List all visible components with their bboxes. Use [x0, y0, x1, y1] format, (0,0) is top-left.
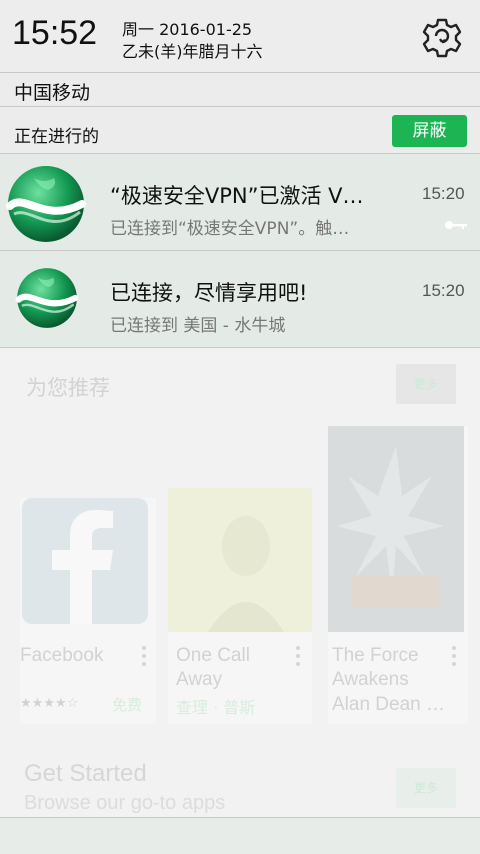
notification-time: 15:20: [422, 281, 465, 300]
album-title: One Call Away: [176, 645, 250, 690]
notification-title: “极速安全VPN”已激活 V…: [110, 184, 364, 208]
vpn-globe-icon: [15, 268, 79, 328]
ongoing-header: 正在进行的: [14, 127, 99, 147]
carrier-label: 中国移动: [14, 82, 91, 104]
divider: [0, 106, 480, 107]
overflow-menu-icon[interactable]: [452, 646, 456, 670]
vpn-globe-icon: [6, 166, 86, 242]
artist-name: 查理 · 普斯: [176, 698, 256, 717]
lunar-date-line: 乙未(羊)年腊月十六: [122, 42, 263, 61]
store-background: 为您推荐 更多 Facebook ★★★★☆ 免费 One Call Away …: [0, 348, 480, 818]
book-cover-image: [328, 426, 464, 632]
book-card[interactable]: The Force Awakens Alan Dean …: [328, 426, 468, 724]
author-name: Alan Dean …: [332, 694, 446, 715]
hide-button[interactable]: 屏蔽: [392, 115, 467, 147]
get-started-more-button[interactable]: 更多: [396, 768, 456, 808]
vpn-connected-notification[interactable]: 已连接，尽情享用吧! 15:20 已连接到 美国 - 水牛城: [0, 251, 480, 347]
status-header: 15:52 周一 2016-01-25 乙未(羊)年腊月十六: [0, 0, 480, 72]
settings-gear-icon[interactable]: [420, 14, 464, 58]
overflow-menu-icon[interactable]: [296, 646, 300, 670]
facebook-logo-icon: [22, 498, 148, 624]
notification-title: 已连接，尽情享用吧!: [110, 281, 308, 305]
book-title: The Force Awakens: [332, 645, 419, 690]
notification-subtitle: 已连接到“极速安全VPN”。触…: [110, 219, 350, 239]
album-cover-image: [168, 488, 312, 632]
rating-stars: ★★★★☆: [20, 696, 79, 711]
recommend-title: 为您推荐: [26, 376, 110, 400]
key-icon: [445, 221, 467, 229]
more-button[interactable]: 更多: [396, 364, 456, 404]
get-started-subtitle: Browse our go-to apps: [24, 792, 226, 814]
notification-subtitle: 已连接到 美国 - 水牛城: [110, 316, 286, 336]
bottom-strip: [0, 818, 480, 854]
app-card-facebook[interactable]: Facebook ★★★★☆ 免费: [20, 498, 156, 724]
price-label: 免费: [112, 696, 143, 714]
notification-time: 15:20: [422, 184, 465, 203]
date-line: 周一 2016-01-25: [122, 20, 253, 39]
clock: 15:52: [12, 14, 98, 52]
overflow-menu-icon[interactable]: [142, 646, 146, 670]
divider: [0, 72, 480, 73]
app-title: Facebook: [20, 645, 104, 666]
get-started-title: Get Started: [24, 760, 147, 787]
app-card-music[interactable]: One Call Away 查理 · 普斯: [168, 488, 312, 724]
vpn-activated-notification[interactable]: “极速安全VPN”已激活 V… 15:20 已连接到“极速安全VPN”。触…: [0, 154, 480, 250]
